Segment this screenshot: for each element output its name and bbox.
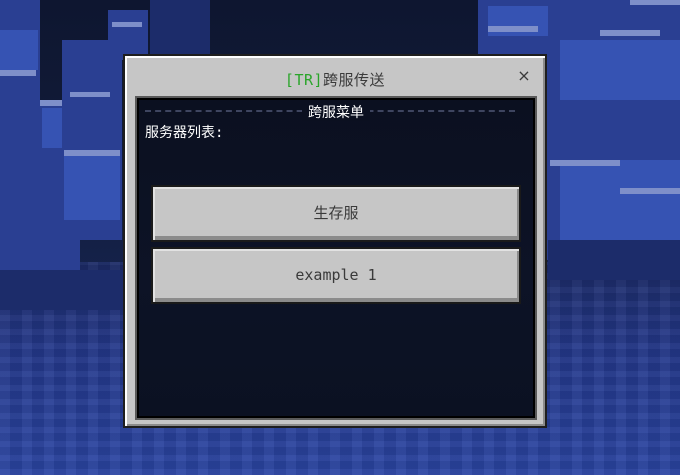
server-menu-panel: 跨服菜单 服务器列表: 生存服 example 1 [135, 96, 537, 420]
close-icon[interactable]: × [515, 67, 533, 85]
title-tag: [TR] [284, 71, 324, 89]
snow-edge [630, 0, 680, 5]
dialog-title: [TR]跨服传送 [125, 69, 545, 90]
ice-block [0, 30, 38, 70]
server-button-example-1[interactable]: example 1 [151, 247, 521, 304]
server-button-survival[interactable]: 生存服 [151, 185, 521, 242]
server-list-label: 服务器列表: [145, 125, 224, 141]
snow-edge [70, 92, 110, 97]
server-transfer-dialog: [TR]跨服传送 × 跨服菜单 服务器列表: 生存服 example 1 [123, 54, 547, 428]
menu-header: 跨服菜单 [137, 102, 535, 122]
snow-edge [112, 22, 142, 27]
snow-edge [488, 26, 538, 32]
ice-block [548, 240, 680, 280]
snow-edge [64, 150, 120, 156]
menu-header-text: 跨服菜单 [302, 105, 370, 121]
title-text: 跨服传送 [323, 71, 386, 89]
ice-block [150, 0, 210, 55]
snow-edge [620, 188, 680, 194]
ice-block [64, 150, 120, 220]
ice-block [560, 40, 680, 100]
ice-block [560, 160, 680, 240]
snow-edge [600, 30, 660, 36]
dialog-title-bar: [TR]跨服传送 × [125, 56, 545, 96]
ice-block [0, 270, 130, 310]
snow-edge [0, 70, 36, 76]
ice-block [108, 10, 148, 60]
snow-edge [550, 160, 620, 166]
